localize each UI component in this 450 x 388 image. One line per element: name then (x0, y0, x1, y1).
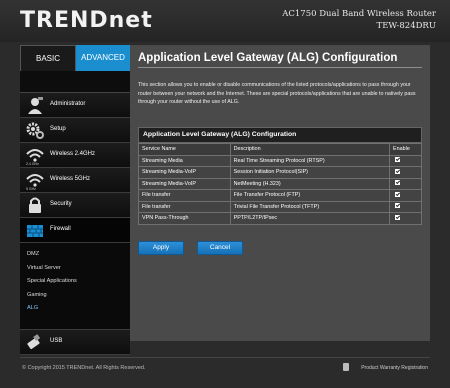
sidebar-item-firewall[interactable]: Firewall (20, 218, 130, 243)
enable-checkbox[interactable] (395, 157, 401, 163)
trendnet-logo: TRENDnet (20, 8, 153, 33)
sidebar-item-security[interactable]: Security (20, 193, 130, 218)
firewall-icon (25, 221, 45, 240)
copyright-text: © Copyright 2015 TRENDnet. All Rights Re… (22, 365, 146, 371)
mode-tabs: BASIC ADVANCED (20, 45, 130, 71)
sidebar-item-label: Wireless 5GHz (50, 176, 91, 182)
enable-cell (389, 212, 422, 225)
table-row: File transfer Trivial File Transfer Prot… (138, 200, 422, 213)
submenu-item-virtual-server[interactable]: Virtual Server (27, 262, 130, 276)
enable-checkbox[interactable] (395, 168, 401, 174)
service-name: Streaming Media-VoIP (138, 166, 231, 179)
page-description: This section allows you to enable or dis… (138, 82, 416, 106)
enable-checkbox[interactable] (395, 191, 401, 197)
column-header: Description (229, 143, 391, 156)
model-number: TEW-824DRU (376, 21, 436, 31)
sidebar-item-usb[interactable]: USB (20, 330, 130, 355)
service-name: Streaming Media (138, 154, 231, 167)
submenu-item-gaming[interactable]: Gaming (27, 289, 130, 303)
column-header: Enable (389, 143, 422, 156)
sidebar-item-wireless-24[interactable]: Wireless 2.4GHz 2.4 GHz (20, 143, 130, 168)
service-description: Trivial File Transfer Protocol (TFTP) (229, 200, 391, 213)
service-name: File transfer (138, 189, 231, 202)
submenu-item-special-applications[interactable]: Special Applications (27, 275, 130, 289)
model-info: AC1750 Dual Band Wireless Router TEW-824… (282, 8, 436, 32)
sidebar-item-label: Administrator (50, 101, 86, 107)
sidebar-item-label: Firewall (50, 226, 71, 232)
form-actions: Apply Cancel (138, 241, 243, 255)
enable-cell (389, 200, 422, 213)
submenu-item-dmz[interactable]: DMZ (27, 248, 130, 262)
table-row: Streaming Media-VoIP NetMeeting (H.323) (138, 177, 422, 190)
service-description: Real Time Streaming Protocol (RTSP) (229, 154, 391, 167)
sidebar-item-setup[interactable]: Setup (20, 118, 130, 143)
alg-panel: Application Level Gateway (ALG) Configur… (138, 127, 422, 225)
tab-basic[interactable]: BASIC (20, 45, 76, 71)
page-title: Application Level Gateway (ALG) Configur… (138, 52, 398, 64)
document-icon (343, 363, 349, 371)
divider (138, 67, 422, 68)
enable-cell (389, 177, 422, 190)
product-line: AC1750 Dual Band Wireless Router (282, 9, 436, 19)
panel-title: Application Level Gateway (ALG) Configur… (138, 127, 422, 143)
enable-cell (389, 154, 422, 167)
nav-spacer (20, 71, 130, 93)
gear-icon (25, 121, 45, 140)
cancel-button[interactable]: Cancel (197, 241, 243, 255)
enable-checkbox[interactable] (395, 203, 401, 209)
table-row: Streaming Media Real Time Streaming Prot… (138, 154, 422, 167)
header: TRENDnet AC1750 Dual Band Wireless Route… (0, 0, 450, 42)
service-description: PPTP/L2TP/IPsec (229, 212, 391, 225)
admin-person-icon (25, 96, 45, 115)
enable-cell (389, 189, 422, 202)
service-name: File transfer (138, 200, 231, 213)
enable-cell (389, 166, 422, 179)
service-name: Streaming Media-VoIP (138, 177, 231, 190)
main-content: Application Level Gateway (ALG) Configur… (130, 45, 430, 341)
band-label: 5 GHz (26, 187, 36, 191)
enable-checkbox[interactable] (395, 180, 401, 186)
sidebar-item-wireless-5[interactable]: Wireless 5GHz 5 GHz (20, 168, 130, 193)
service-description: Session Initiation Protocol(SIP) (229, 166, 391, 179)
service-description: File Transfer Protocol (FTP) (229, 189, 391, 202)
band-label: 2.4 GHz (26, 162, 39, 166)
service-name: VPN Pass-Through (138, 212, 231, 225)
sidebar: BASIC ADVANCED Administrator Setup Wirel… (20, 45, 130, 355)
sidebar-item-administrator[interactable]: Administrator (20, 93, 130, 118)
apply-button[interactable]: Apply (138, 241, 184, 255)
alg-table: Service Name Description Enable Streamin… (138, 143, 422, 225)
column-header: Service Name (138, 143, 231, 156)
sidebar-item-label: Security (50, 201, 72, 207)
sidebar-item-label: Wireless 2.4GHz (50, 151, 96, 157)
table-row: Streaming Media-VoIP Session Initiation … (138, 166, 422, 179)
tab-advanced[interactable]: ADVANCED (76, 45, 130, 71)
sidebar-item-label: Setup (50, 126, 66, 132)
lock-icon (25, 196, 45, 215)
service-description: NetMeeting (H.323) (229, 177, 391, 190)
table-row: File transfer File Transfer Protocol (FT… (138, 189, 422, 202)
footer-divider (20, 357, 430, 358)
table-row: VPN Pass-Through PPTP/L2TP/IPsec (138, 212, 422, 225)
submenu-item-alg[interactable]: ALG (27, 302, 130, 316)
firewall-submenu: DMZ Virtual Server Special Applications … (20, 243, 130, 330)
enable-checkbox[interactable] (395, 214, 401, 220)
table-header-row: Service Name Description Enable (138, 143, 422, 156)
usb-icon (25, 333, 45, 352)
sidebar-item-label: USB (50, 338, 63, 344)
warranty-link[interactable]: Product Warranty Registration (361, 365, 428, 371)
